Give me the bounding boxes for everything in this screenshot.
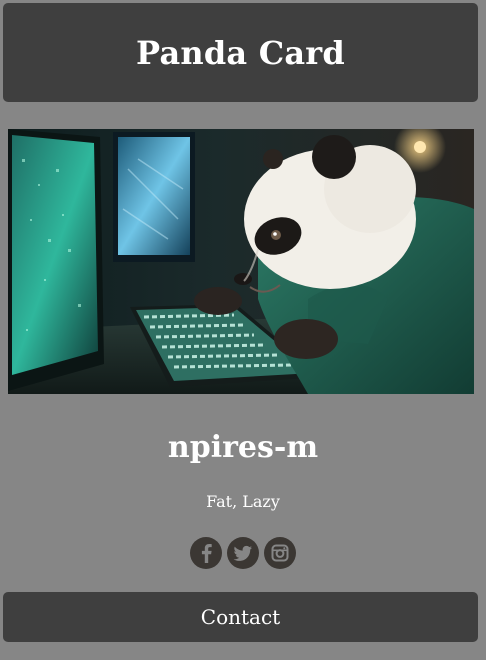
facebook-icon — [201, 544, 212, 563]
profile-description: Fat, Lazy — [206, 492, 280, 511]
profile-name: npires-m — [167, 430, 319, 465]
page-title: Panda Card — [136, 33, 345, 72]
instagram-link[interactable] — [264, 537, 296, 569]
contact-button[interactable]: Contact — [3, 592, 478, 642]
profile-photo — [8, 129, 474, 394]
header-banner: Panda Card — [3, 3, 478, 102]
instagram-icon — [271, 544, 289, 562]
social-links — [0, 537, 486, 569]
twitter-link[interactable] — [227, 537, 259, 569]
twitter-icon — [233, 545, 252, 561]
panda-card-page: Panda Card npires-m Fat, Lazy Contact — [0, 0, 486, 660]
panda-illustration — [8, 129, 474, 394]
facebook-link[interactable] — [190, 537, 222, 569]
